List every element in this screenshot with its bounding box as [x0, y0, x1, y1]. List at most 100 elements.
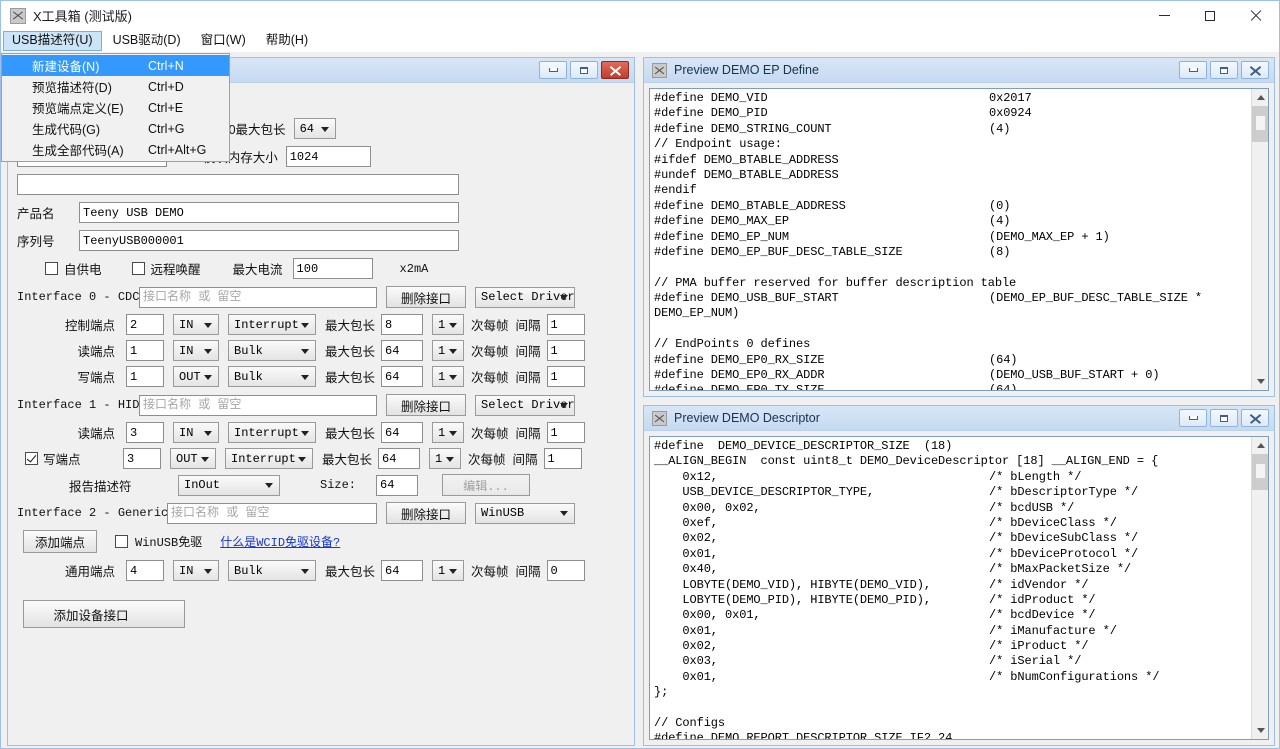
if0-ep2-number[interactable]: [126, 366, 164, 387]
report-size-field[interactable]: [376, 474, 419, 496]
if1-ep0-maxpacket[interactable]: [381, 422, 424, 443]
if0-ep1-type[interactable]: Bulk: [228, 340, 316, 361]
if0-ep0-number[interactable]: [126, 314, 164, 335]
menu-item-preview-endpoint-define[interactable]: 预览端点定义(E) Ctrl+E: [2, 97, 229, 118]
menu-usb-driver[interactable]: USB驱动(D): [104, 31, 190, 51]
chevron-down-icon: [449, 322, 458, 328]
desc-minimize-button[interactable]: [1179, 409, 1207, 427]
interface-1-delete-button[interactable]: 删除接口: [386, 394, 466, 416]
if1-ep0-perframe-select[interactable]: 1: [432, 422, 465, 443]
scroll-down-button[interactable]: [1252, 722, 1268, 739]
if0-ep0-maxpacket[interactable]: [381, 314, 424, 335]
interface-0-driver-select[interactable]: Select Driver: [475, 286, 575, 308]
ep-maximize-button[interactable]: [1210, 61, 1238, 79]
usb-memory-field[interactable]: [285, 146, 371, 167]
if2-ep0-interval-label: 间隔: [515, 565, 541, 579]
interface-0-delete-button[interactable]: 删除接口: [386, 286, 466, 308]
menu-usb-descriptor[interactable]: USB描述符(U): [3, 31, 102, 51]
if2-ep0-maxpacket[interactable]: [381, 560, 424, 581]
if2-ep0-type[interactable]: Bulk: [228, 560, 316, 581]
desc-code-area[interactable]: #define DEMO_DEVICE_DESCRIPTOR_SIZE (18)…: [649, 436, 1269, 740]
if0-ep2-perframe-select[interactable]: 1: [432, 366, 465, 387]
ep0-maxpacket-select[interactable]: 64: [293, 118, 336, 139]
manufacturer-wide-field[interactable]: [17, 174, 459, 195]
desc-window-title-bar: Preview DEMO Descriptor: [644, 406, 1274, 431]
if2-ep0-number[interactable]: [126, 560, 164, 581]
code-line: #define DEMO_DEVICE_DESCRIPTOR_SIZE (18): [654, 439, 1246, 454]
if0-ep2-maxpacket[interactable]: [381, 366, 424, 387]
interface-2-driver-select[interactable]: WinUSB: [475, 502, 575, 524]
desc-scroll-thumb[interactable]: [1255, 463, 1266, 479]
if0-ep2-interval[interactable]: [546, 366, 585, 387]
interface-0-name-field[interactable]: [139, 286, 377, 308]
winusb-driverless-checkbox[interactable]: [115, 535, 128, 548]
interface-1-driver-select[interactable]: Select Driver: [475, 394, 575, 416]
if0-ep0-interval[interactable]: [546, 314, 585, 335]
designer-close-button[interactable]: [601, 61, 629, 79]
ep-code-area[interactable]: #define DEMO_VID 0x2017 #define DEMO_PID 0x…: [649, 88, 1269, 391]
ep-close-button[interactable]: [1241, 61, 1269, 79]
max-current-field[interactable]: [292, 258, 373, 279]
menu-item-new-device[interactable]: 新建设备(N) Ctrl+N: [2, 55, 229, 76]
ep-scroll-thumb[interactable]: [1255, 115, 1266, 131]
interface-2-delete-button[interactable]: 删除接口: [386, 502, 466, 524]
desc-vertical-scrollbar[interactable]: [1251, 437, 1268, 739]
if2-ep0-perframe-select[interactable]: 1: [432, 560, 465, 581]
report-edit-button[interactable]: 编辑...: [442, 474, 531, 496]
code-line-right: (0): [989, 198, 1011, 213]
if0-ep1-number[interactable]: [126, 340, 164, 361]
if1-ep1-number[interactable]: [123, 448, 161, 469]
minimize-button[interactable]: [1141, 1, 1187, 30]
if2-ep0-interval[interactable]: [546, 560, 585, 581]
designer-minimize-button[interactable]: [539, 61, 567, 79]
if1-ep0-type[interactable]: Interrupt: [228, 422, 316, 443]
desc-close-button[interactable]: [1241, 409, 1269, 427]
maximize-button[interactable]: [1187, 1, 1233, 30]
add-endpoint-button[interactable]: 添加端点: [23, 530, 97, 553]
if1-ep1-interval[interactable]: [543, 448, 582, 469]
product-name-field[interactable]: [79, 202, 459, 223]
code-line: 0x12, /* bLength */: [654, 470, 1246, 485]
scroll-up-button[interactable]: [1252, 89, 1268, 106]
if0-ep1-direction[interactable]: IN: [173, 340, 219, 361]
interface-2-name-field[interactable]: [167, 502, 377, 524]
if0-ep1-maxpacket[interactable]: [381, 340, 424, 361]
ep-vertical-scrollbar[interactable]: [1251, 89, 1268, 390]
if0-ep0-type[interactable]: Interrupt: [228, 314, 316, 335]
interface-1-name-field[interactable]: [139, 394, 377, 416]
if0-ep1-interval[interactable]: [546, 340, 585, 361]
menu-window[interactable]: 窗口(W): [192, 31, 255, 51]
if2-ep0-direction[interactable]: IN: [173, 560, 219, 581]
if0-ep2-type[interactable]: Bulk: [228, 366, 316, 387]
close-button[interactable]: [1233, 1, 1279, 30]
wcid-help-link[interactable]: 什么是WCID免驱设备?: [220, 533, 340, 550]
report-descriptor-mode-select[interactable]: InOut: [178, 474, 280, 496]
scroll-down-button[interactable]: [1252, 373, 1268, 390]
if1-ep1-maxpacket[interactable]: [378, 448, 421, 469]
if1-ep1-enable-checkbox[interactable]: [25, 452, 38, 465]
code-line-left: #undef DEMO_BTABLE_ADDRESS: [654, 167, 839, 182]
if0-ep0-direction[interactable]: IN: [173, 314, 219, 335]
if0-ep2-direction[interactable]: OUT: [173, 366, 219, 387]
scroll-up-button[interactable]: [1252, 437, 1268, 454]
if1-ep1-direction[interactable]: OUT: [170, 448, 216, 469]
if1-ep0-direction[interactable]: IN: [173, 422, 219, 443]
code-line: #define DEMO_PID 0x0924: [654, 106, 1246, 121]
if0-ep1-perframe-select[interactable]: 1: [432, 340, 465, 361]
menu-item-generate-code[interactable]: 生成代码(G) Ctrl+G: [2, 118, 229, 139]
serial-number-field[interactable]: [79, 230, 459, 251]
if1-ep1-perframe-select[interactable]: 1: [429, 448, 462, 469]
self-powered-checkbox[interactable]: [45, 262, 58, 275]
menu-item-preview-descriptor[interactable]: 预览描述符(D) Ctrl+D: [2, 76, 229, 97]
desc-maximize-button[interactable]: [1210, 409, 1238, 427]
menu-item-generate-all-code[interactable]: 生成全部代码(A) Ctrl+Alt+G: [2, 139, 229, 160]
remote-wakeup-checkbox[interactable]: [131, 262, 145, 275]
menu-help[interactable]: 帮助(H): [257, 31, 317, 51]
designer-maximize-button[interactable]: [570, 61, 598, 79]
if1-ep0-number[interactable]: [126, 422, 164, 443]
if1-ep1-type[interactable]: Interrupt: [225, 448, 313, 469]
ep-minimize-button[interactable]: [1179, 61, 1207, 79]
if0-ep0-perframe-select[interactable]: 1: [432, 314, 465, 335]
add-device-interface-button[interactable]: 添加设备接口: [23, 600, 185, 628]
if1-ep0-interval[interactable]: [546, 422, 585, 443]
